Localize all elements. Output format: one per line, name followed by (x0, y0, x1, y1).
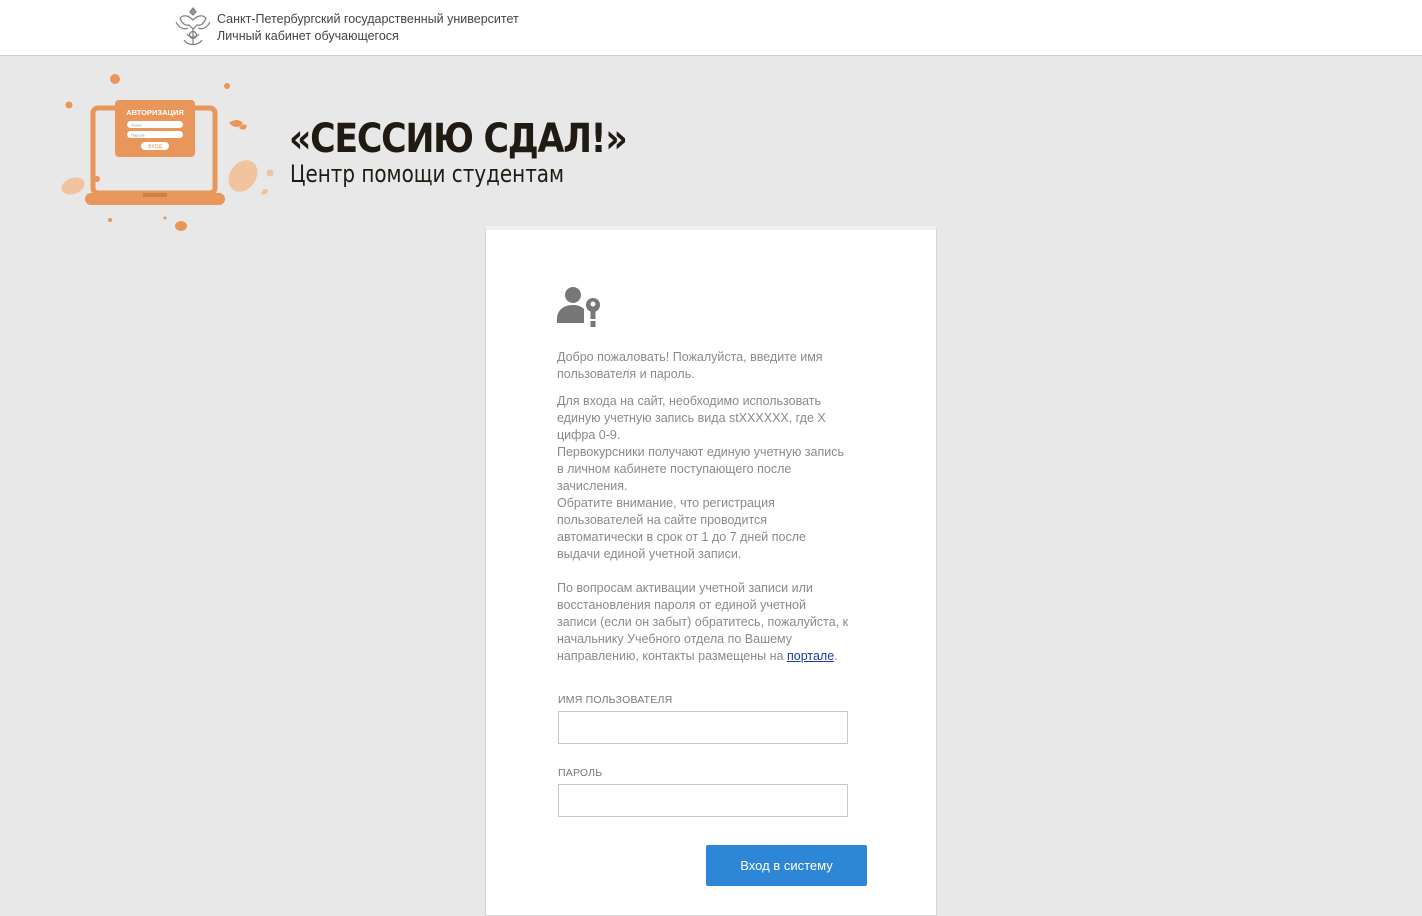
login-info: Для входа на сайт, необходимо использова… (557, 393, 849, 563)
laptop-login-placeholder: Логин (131, 123, 142, 128)
laptop-password-placeholder: Пароль (131, 133, 145, 138)
laptop-button-label: ВХОД (148, 144, 162, 150)
university-title: Санкт-Петербургский государственный унив… (217, 11, 519, 45)
cabinet-name: Личный кабинет обучающегося (217, 29, 399, 43)
contact-end: . (834, 649, 838, 663)
welcome-text: Добро пожаловать! Пожалуйста, введите им… (557, 350, 823, 381)
laptop-illustration: АВТОРИЗАЦИЯ Логин Пароль ВХОД (61, 74, 274, 231)
info-line-registration: Обратите внимание, что регистрация польз… (557, 496, 806, 561)
promo-subtitle: Центр помощи студентам (290, 160, 565, 188)
password-label: ПАРОЛЬ (558, 767, 603, 779)
top-bar: Санкт-Петербургский государственный унив… (0, 0, 1422, 56)
promo-title: «СЕССИЮ СДАЛ!» (289, 116, 628, 162)
username-input[interactable] (558, 711, 848, 744)
portal-link[interactable]: портале (787, 649, 834, 663)
university-name: Санкт-Петербургский государственный унив… (217, 12, 519, 26)
password-input[interactable] (558, 784, 848, 817)
login-button[interactable]: Вход в систему (706, 845, 867, 886)
spbu-crest-icon[interactable] (172, 4, 214, 50)
info-line-account-format: Для входа на сайт, необходимо использова… (557, 394, 826, 442)
contact-info: По вопросам активации учетной записи или… (557, 580, 849, 665)
username-label: ИМЯ ПОЛЬЗОВАТЕЛЯ (558, 694, 673, 706)
user-key-icon (557, 287, 600, 327)
laptop-screen-title: АВТОРИЗАЦИЯ (126, 108, 184, 117)
info-line-freshmen: Первокурсники получают единую учетную за… (557, 445, 844, 493)
